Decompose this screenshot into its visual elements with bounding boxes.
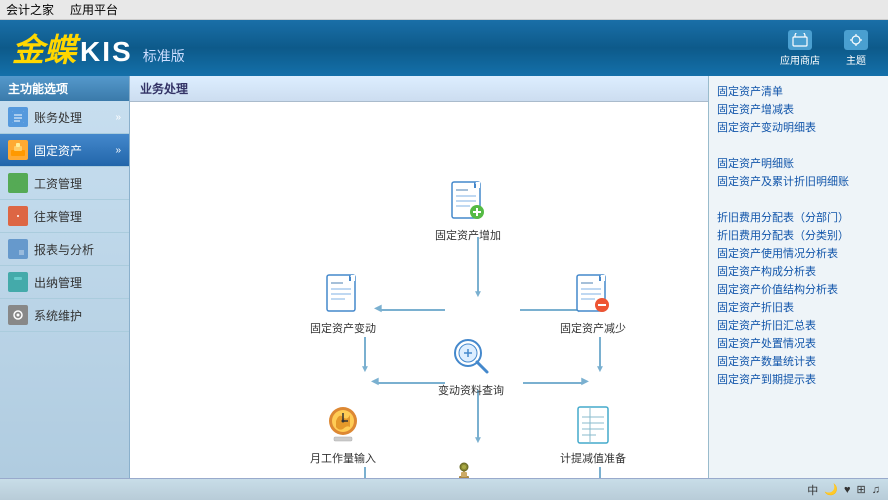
arrow-zengjia-down — [477, 237, 479, 292]
rp-item-biandong[interactable]: 固定资产变动明细表 — [717, 118, 880, 136]
rp-item-shuliang-tongji[interactable]: 固定资产数量统计表 — [717, 352, 880, 370]
arrow-jian-to-chaxun2 — [599, 337, 601, 367]
header: 金蝶 KIS 标准版 应用商店 主题 — [0, 20, 888, 76]
fixed-assets-icon — [8, 140, 28, 160]
theme-button[interactable]: 主题 — [836, 28, 876, 69]
dealings-icon — [8, 206, 28, 226]
sidebar-label-fixed-assets: 固定资产 — [34, 142, 115, 159]
rp-item-zhejiubiao[interactable]: 固定资产折旧表 — [717, 298, 880, 316]
workflow-diagram: 固定资产增加 固定资产变动 — [130, 102, 708, 478]
node-yuegong[interactable]: 月工作量输入 — [310, 400, 376, 466]
yuegong-icon — [317, 400, 369, 448]
main-area: 主功能选项 账务处理 » 固定资产 » 工资管理 往来管理 — [0, 76, 888, 478]
rp-section-2: 固定资产明细账 固定资产及累计折旧明细账 — [717, 154, 880, 190]
right-panel: 固定资产清单 固定资产增减表 固定资产变动明细表 固定资产明细账 固定资产及累计… — [708, 76, 888, 478]
sidebar-title: 主功能选项 — [0, 76, 129, 101]
node-jianshao[interactable]: 固定资产减少 — [560, 270, 626, 336]
sidebar: 主功能选项 账务处理 » 固定资产 » 工资管理 往来管理 — [0, 76, 130, 478]
sidebar-label-cashier: 出纳管理 — [34, 274, 121, 291]
rp-item-mingxizhang[interactable]: 固定资产明细账 — [717, 154, 880, 172]
sidebar-item-reports[interactable]: 报表与分析 — [0, 233, 129, 266]
cashier-icon — [8, 272, 28, 292]
menu-item-accounting-home[interactable]: 会计之家 — [6, 1, 54, 18]
reports-icon — [8, 239, 28, 259]
status-lang[interactable]: 中 — [807, 482, 818, 498]
biandong-icon — [317, 270, 369, 318]
jianshao-label: 固定资产减少 — [560, 320, 626, 336]
rp-item-qingdan[interactable]: 固定资产清单 — [717, 82, 880, 100]
logo-edition: 标准版 — [143, 46, 185, 66]
sidebar-label-payroll: 工资管理 — [34, 175, 121, 192]
status-icon2: ♥ — [844, 484, 851, 496]
rp-item-leijizheju[interactable]: 固定资产及累计折旧明细账 — [717, 172, 880, 190]
rp-item-goucheng-fenxi[interactable]: 固定资产构成分析表 — [717, 262, 880, 280]
rp-item-zhejiufenpei-leibie[interactable]: 折旧费用分配表（分类别） — [717, 226, 880, 244]
arrow-chaxun-to-yuegong — [377, 382, 445, 384]
rp-section-1: 固定资产清单 固定资产增减表 固定资产变动明细表 — [717, 82, 880, 136]
rp-divider-2 — [717, 200, 880, 208]
header-buttons: 应用商店 主题 — [772, 28, 876, 69]
arrow-bian-to-chaxun — [364, 337, 366, 367]
node-biandong[interactable]: 固定资产变动 — [310, 270, 376, 336]
status-icon4: ♫ — [872, 484, 880, 496]
theme-label: 主题 — [846, 52, 866, 67]
store-icon — [788, 30, 812, 50]
logo-kis: KIS — [80, 36, 133, 68]
accounting-arrow: » — [115, 112, 121, 123]
accounting-icon — [8, 107, 28, 127]
sidebar-label-system: 系统维护 — [34, 307, 121, 324]
jizheju-icon — [438, 457, 490, 478]
content-area: 业务处理 — [130, 76, 708, 478]
rp-item-daoqi-tishi[interactable]: 固定资产到期提示表 — [717, 370, 880, 388]
rp-divider-1 — [717, 146, 880, 154]
menubar: 会计之家 应用平台 — [0, 0, 888, 20]
arrow-zeng-to-bian — [380, 309, 445, 311]
logo: 金蝶 KIS 标准版 — [12, 25, 185, 71]
rp-item-zhejiufenpei-bumen[interactable]: 折旧费用分配表（分部门） — [717, 208, 880, 226]
arrow-yuegong-down — [364, 467, 366, 478]
sidebar-item-accounting[interactable]: 账务处理 » — [0, 101, 129, 134]
status-icon3: ⊞ — [857, 483, 866, 496]
arrow-jizhan-down — [599, 467, 601, 478]
zengjia-icon — [442, 177, 494, 225]
sidebar-item-fixed-assets[interactable]: 固定资产 » — [0, 134, 129, 167]
status-icon1: 🌙 — [824, 483, 838, 496]
sidebar-label-dealings: 往来管理 — [34, 208, 121, 225]
menu-item-app-platform[interactable]: 应用平台 — [70, 1, 118, 18]
node-jizhan[interactable]: 计提减值准备 — [560, 400, 626, 466]
rp-item-chuzhi-qingkuang[interactable]: 固定资产处置情况表 — [717, 334, 880, 352]
sidebar-item-system[interactable]: 系统维护 — [0, 299, 129, 332]
zengjia-label: 固定资产增加 — [435, 227, 501, 243]
rp-item-zheju-huizong[interactable]: 固定资产折旧汇总表 — [717, 316, 880, 334]
arrow-chaxun-to-jizhan — [523, 382, 583, 384]
rp-item-shiyong-fenxi[interactable]: 固定资产使用情况分析表 — [717, 244, 880, 262]
content-title: 业务处理 — [130, 76, 708, 102]
chaxun-icon — [445, 332, 497, 380]
sidebar-item-dealings[interactable]: 往来管理 — [0, 200, 129, 233]
statusbar: 中 🌙 ♥ ⊞ ♫ — [0, 478, 888, 500]
payroll-icon — [8, 173, 28, 193]
yuegong-label: 月工作量输入 — [310, 450, 376, 466]
sidebar-label-reports: 报表与分析 — [34, 241, 121, 258]
jizhan-icon — [567, 400, 619, 448]
logo-chinese: 金蝶 — [12, 25, 76, 71]
sidebar-item-payroll[interactable]: 工资管理 — [0, 167, 129, 200]
rp-item-zengjianbiao[interactable]: 固定资产增减表 — [717, 100, 880, 118]
biandong-label: 固定资产变动 — [310, 320, 376, 336]
sidebar-label-accounting: 账务处理 — [34, 109, 115, 126]
jizhan-label: 计提减值准备 — [560, 450, 626, 466]
jianshao-icon — [567, 270, 619, 318]
system-icon — [8, 305, 28, 325]
rp-section-3: 折旧费用分配表（分部门） 折旧费用分配表（分类别） 固定资产使用情况分析表 固定… — [717, 208, 880, 388]
node-zengjia[interactable]: 固定资产增加 — [435, 177, 501, 243]
theme-icon — [844, 30, 868, 50]
node-chaxun[interactable]: 变动资料查询 — [438, 332, 504, 398]
store-button[interactable]: 应用商店 — [772, 28, 828, 69]
fixed-assets-arrow: » — [115, 145, 121, 156]
chaxun-label: 变动资料查询 — [438, 382, 504, 398]
store-label: 应用商店 — [780, 52, 820, 67]
rp-item-jiazhi-fenxi[interactable]: 固定资产价值结构分析表 — [717, 280, 880, 298]
node-jizheju[interactable]: 计提折旧 — [438, 457, 490, 478]
sidebar-item-cashier[interactable]: 出纳管理 — [0, 266, 129, 299]
